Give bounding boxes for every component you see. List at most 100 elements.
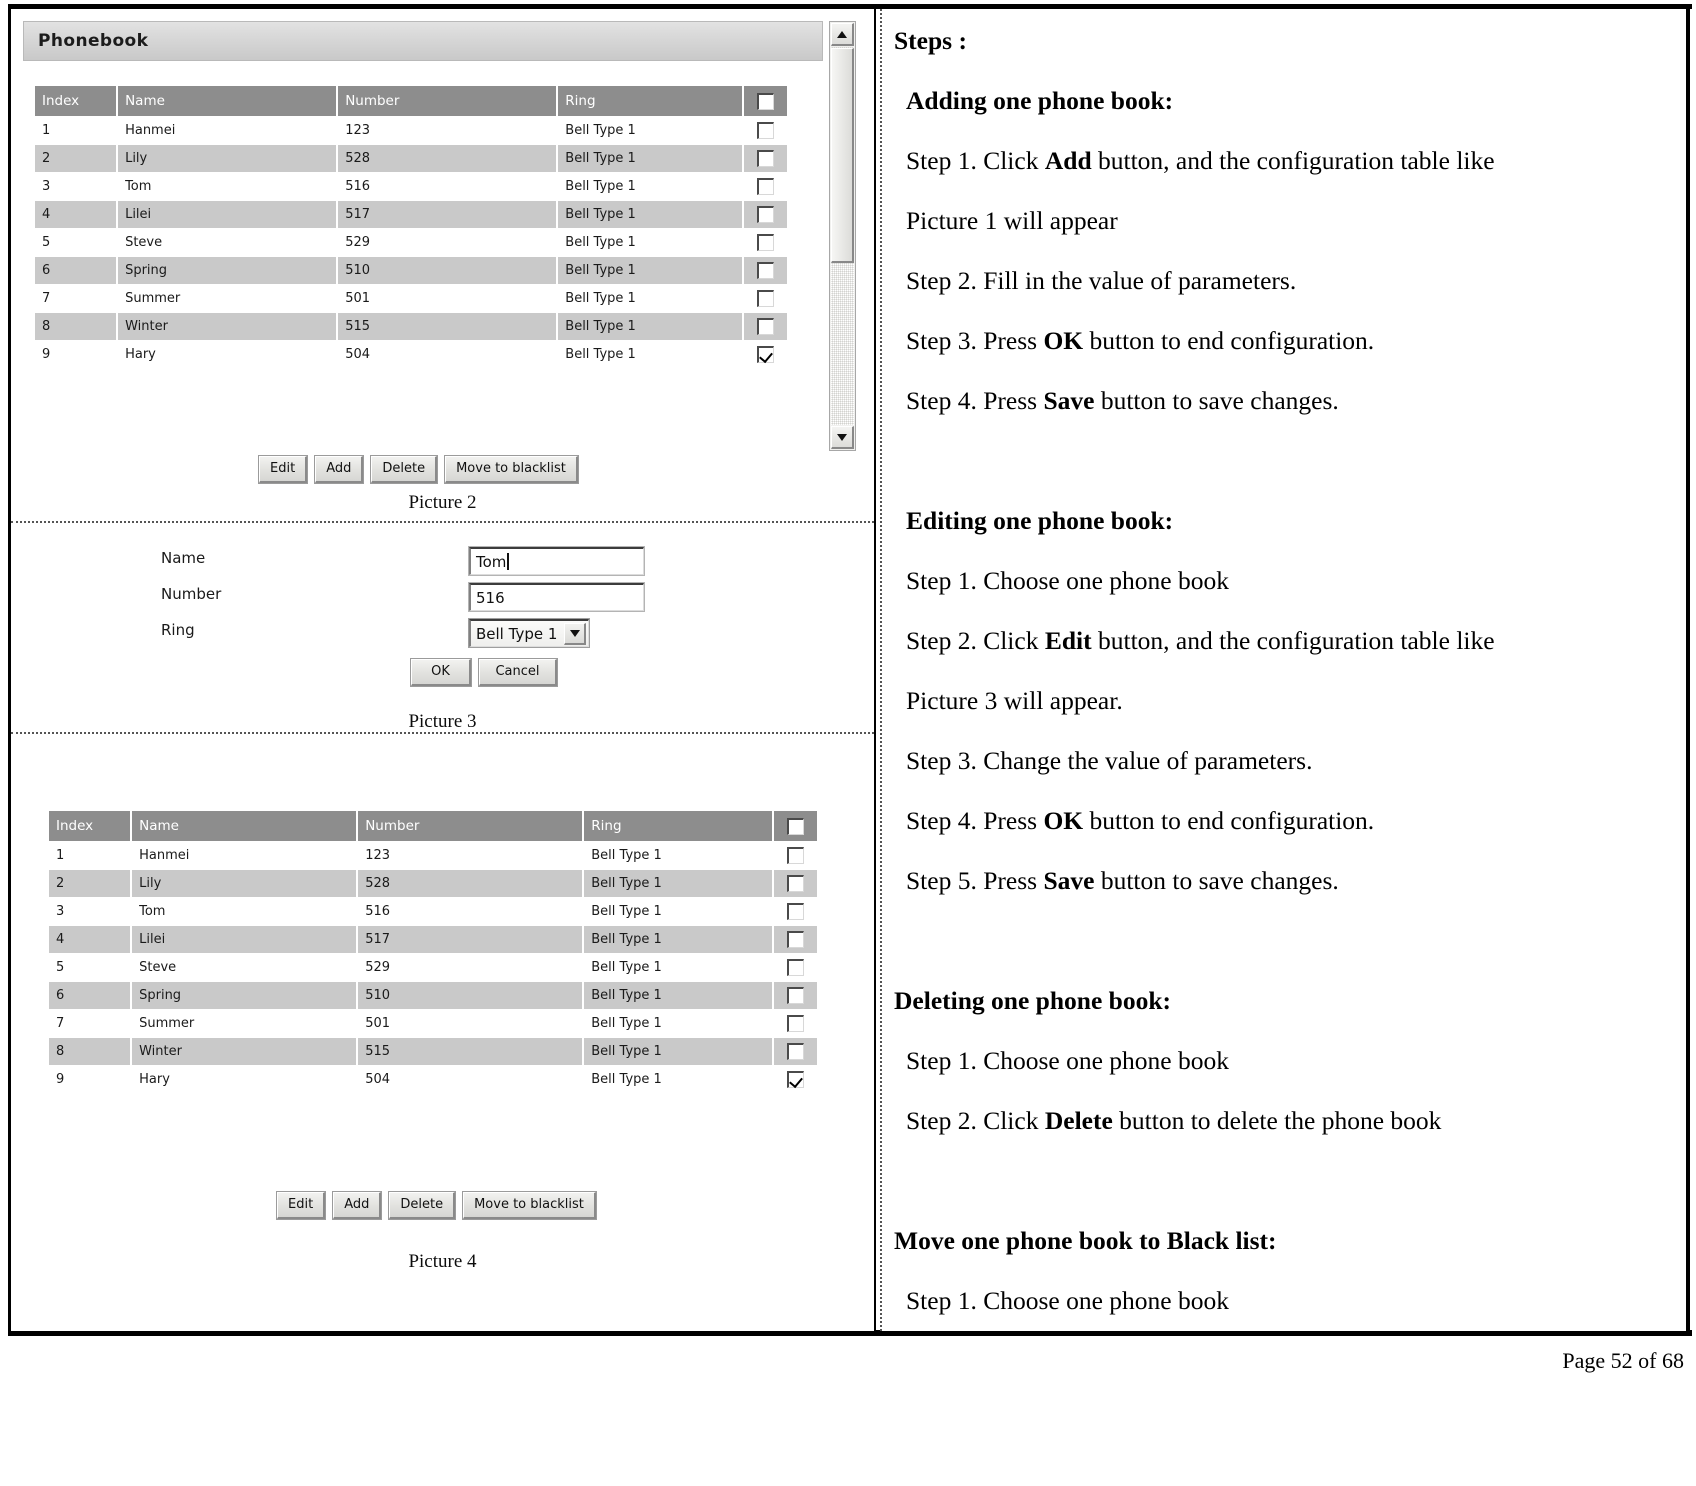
move-to-blacklist-button[interactable]: Move to blacklist [462, 1191, 597, 1220]
cell-index: 3 [35, 173, 117, 200]
row-select-cell[interactable] [773, 1038, 817, 1065]
table-row[interactable]: 9 Hary 504 Bell Type 1 [35, 341, 787, 368]
row-select-cell[interactable] [773, 982, 817, 1009]
delete-button[interactable]: Delete [370, 455, 439, 484]
table-row[interactable]: 8 Winter 515 Bell Type 1 [49, 1038, 817, 1065]
caption-picture3: Picture 3 [408, 711, 477, 732]
row-select-checkbox[interactable] [786, 1071, 804, 1088]
scroll-down-button[interactable] [831, 426, 854, 449]
delete-button[interactable]: Delete [388, 1191, 457, 1220]
row-select-cell[interactable] [773, 926, 817, 953]
row-select-cell[interactable] [773, 954, 817, 981]
select-all-cell[interactable] [743, 86, 787, 116]
table-header-row: Index Name Number Ring [35, 86, 787, 116]
row-select-checkbox[interactable] [786, 987, 804, 1004]
cell-number: 528 [338, 145, 557, 172]
cell-number: 515 [338, 313, 557, 340]
row-select-checkbox[interactable] [756, 234, 774, 251]
table-row[interactable]: 6 Spring 510 Bell Type 1 [35, 257, 787, 284]
chevron-up-icon [837, 30, 847, 38]
cell-ring: Bell Type 1 [558, 313, 742, 340]
row-select-checkbox[interactable] [756, 262, 774, 279]
phonebook-titlebar: Phonebook [23, 21, 823, 61]
table-row[interactable]: 5 Steve 529 Bell Type 1 [49, 954, 817, 981]
row-select-cell[interactable] [773, 842, 817, 869]
name-field[interactable]: Tom [468, 546, 645, 576]
row-select-checkbox[interactable] [786, 875, 804, 892]
cell-number: 529 [358, 954, 583, 981]
scroll-up-button[interactable] [831, 23, 854, 46]
row-select-cell[interactable] [773, 1066, 817, 1093]
table-row[interactable]: 6 Spring 510 Bell Type 1 [49, 982, 817, 1009]
row-select-cell[interactable] [773, 870, 817, 897]
table-row[interactable]: 7 Summer 501 Bell Type 1 [49, 1010, 817, 1037]
table-row[interactable]: 9 Hary 504 Bell Type 1 [49, 1066, 817, 1093]
row-select-cell[interactable] [743, 257, 787, 284]
cell-number: 504 [358, 1066, 583, 1093]
move-to-blacklist-button[interactable]: Move to blacklist [444, 455, 579, 484]
row-select-checkbox[interactable] [786, 1015, 804, 1032]
edit-button[interactable]: Edit [275, 1191, 327, 1220]
vertical-scrollbar[interactable] [829, 21, 856, 451]
table-row[interactable]: 7 Summer 501 Bell Type 1 [35, 285, 787, 312]
table-row[interactable]: 4 Lilei 517 Bell Type 1 [49, 926, 817, 953]
select-all-cell[interactable] [773, 811, 817, 841]
table-row[interactable]: 8 Winter 515 Bell Type 1 [35, 313, 787, 340]
row-select-cell[interactable] [743, 313, 787, 340]
row-select-cell[interactable] [743, 285, 787, 312]
table-row[interactable]: 1 Hanmei 123 Bell Type 1 [49, 842, 817, 869]
cell-ring: Bell Type 1 [584, 842, 772, 869]
table-row[interactable]: 5 Steve 529 Bell Type 1 [35, 229, 787, 256]
row-select-cell[interactable] [773, 898, 817, 925]
scrollbar-thumb[interactable] [831, 48, 854, 263]
row-select-checkbox[interactable] [786, 847, 804, 864]
row-select-cell[interactable] [743, 201, 787, 228]
table-row[interactable]: 2 Lily 528 Bell Type 1 [35, 145, 787, 172]
select-all-checkbox[interactable] [786, 817, 804, 835]
row-select-cell[interactable] [743, 117, 787, 144]
picture4-phonebook-panel: Index Name Number Ring 1 Hanmei 123 Bell Ty… [11, 732, 874, 1292]
cell-ring: Bell Type 1 [558, 145, 742, 172]
row-select-checkbox[interactable] [756, 150, 774, 167]
cell-name: Summer [132, 1010, 357, 1037]
row-select-checkbox[interactable] [786, 931, 804, 948]
step-line: Step 4. Press Save button to save change… [906, 386, 1339, 415]
table-row[interactable]: 1 Hanmei 123 Bell Type 1 [35, 117, 787, 144]
row-select-checkbox[interactable] [756, 290, 774, 307]
ring-select[interactable]: Bell Type 1 [468, 618, 590, 648]
cell-index: 4 [49, 926, 131, 953]
cell-ring: Bell Type 1 [584, 898, 772, 925]
col-header-index: Index [35, 86, 117, 116]
row-select-cell[interactable] [743, 229, 787, 256]
table-row[interactable]: 3 Tom 516 Bell Type 1 [49, 898, 817, 925]
ok-button[interactable]: OK [410, 658, 472, 687]
row-select-cell[interactable] [743, 341, 787, 368]
cell-ring: Bell Type 1 [584, 926, 772, 953]
row-select-checkbox[interactable] [786, 903, 804, 920]
row-select-checkbox[interactable] [756, 318, 774, 335]
select-all-checkbox[interactable] [756, 92, 774, 110]
row-select-checkbox[interactable] [756, 178, 774, 195]
row-select-checkbox[interactable] [786, 1043, 804, 1060]
cell-number: 123 [358, 842, 583, 869]
row-select-checkbox[interactable] [756, 206, 774, 223]
ring-select-value: Bell Type 1 [476, 624, 558, 643]
number-field[interactable]: 516 [468, 582, 645, 612]
row-select-checkbox[interactable] [786, 959, 804, 976]
edit-button[interactable]: Edit [257, 455, 309, 484]
table-row[interactable]: 2 Lily 528 Bell Type 1 [49, 870, 817, 897]
row-select-cell[interactable] [743, 173, 787, 200]
row-select-checkbox[interactable] [756, 346, 774, 363]
add-button[interactable]: Add [332, 1191, 383, 1220]
chevron-down-icon[interactable] [564, 623, 586, 645]
add-button[interactable]: Add [314, 455, 365, 484]
cancel-button[interactable]: Cancel [478, 658, 558, 687]
row-select-cell[interactable] [773, 1010, 817, 1037]
table-row[interactable]: 3 Tom 516 Bell Type 1 [35, 173, 787, 200]
row-select-cell[interactable] [743, 145, 787, 172]
table-header-row: Index Name Number Ring [49, 811, 817, 841]
row-select-checkbox[interactable] [756, 122, 774, 139]
table-row[interactable]: 4 Lilei 517 Bell Type 1 [35, 201, 787, 228]
cell-name: Lily [132, 870, 357, 897]
page-border-right [1686, 4, 1690, 1336]
